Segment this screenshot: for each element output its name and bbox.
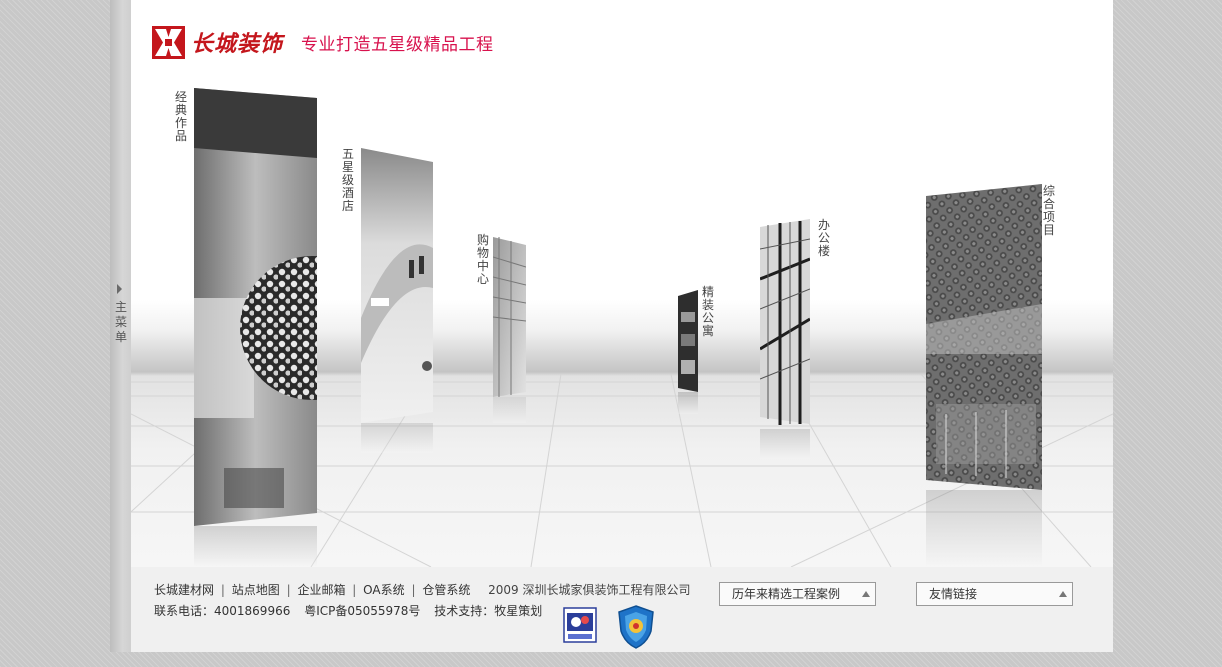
footer-link-separator: |: [220, 583, 225, 597]
expand-arrow-icon[interactable]: [117, 284, 122, 294]
panel-label-classic[interactable]: 经典作品: [174, 91, 188, 143]
panel-office-building[interactable]: [760, 219, 810, 429]
footer-tech-support: 技术支持：牧星策划: [434, 604, 543, 618]
panel-office-reflection: [760, 429, 810, 459]
panel-label-mall[interactable]: 购物中心: [476, 234, 490, 286]
footer-link-building-materials[interactable]: 长城建材网: [154, 583, 214, 597]
featured-cases-select[interactable]: 历年来精选工程案例: [719, 582, 876, 606]
footer-link-email[interactable]: 企业邮箱: [297, 583, 345, 597]
security-badge-icon[interactable]: [563, 607, 597, 645]
panel-complex-projects[interactable]: [926, 184, 1042, 490]
side-main-menu[interactable]: 主菜单: [110, 0, 131, 652]
panel-fine-apartment[interactable]: [678, 290, 698, 392]
side-menu-label[interactable]: 主菜单: [113, 300, 129, 345]
panel-apartment-reflection: [678, 392, 698, 414]
footer-link-separator: |: [352, 583, 357, 597]
logo-brand-text: 长城装饰: [191, 31, 284, 57]
footer-link-oa[interactable]: OA系统: [363, 583, 404, 597]
footer-link-sitemap[interactable]: 站点地图: [232, 583, 280, 597]
footer-links: 长城建材网 | 站点地图 | 企业邮箱 | OA系统 | 仓管系统 2009 深…: [154, 581, 691, 598]
footer-link-separator: |: [286, 583, 291, 597]
featured-cases-value: 历年来精选工程案例: [732, 587, 841, 601]
dropdown-arrow-icon[interactable]: [1059, 591, 1067, 597]
panel-complex-reflection: [926, 490, 1042, 567]
panel-label-apartment[interactable]: 精装公寓: [701, 286, 715, 338]
showcase-stage: 长城装饰 专业打造五星级精品工程 经典作品 五星级酒店 购物中心 精装公寓 办公…: [131, 0, 1113, 567]
friend-links-select[interactable]: 友情链接: [916, 582, 1073, 606]
site-logo[interactable]: 长城装饰 专业打造五星级精品工程: [152, 24, 494, 60]
panel-label-complex[interactable]: 综合项目: [1042, 185, 1056, 237]
footer-copyright: 2009 深圳长城家俱装饰工程有限公司: [488, 583, 691, 597]
logo-mark-icon: [152, 25, 185, 59]
panel-label-hotel[interactable]: 五星级酒店: [341, 148, 355, 213]
dropdown-arrow-icon[interactable]: [862, 591, 870, 597]
site-footer: 长城建材网 | 站点地图 | 企业邮箱 | OA系统 | 仓管系统 2009 深…: [131, 567, 1113, 652]
panel-mall-reflection: [493, 397, 526, 423]
header-slogan: 专业打造五星级精品工程: [301, 34, 494, 55]
panel-classic-works[interactable]: [194, 88, 317, 526]
page-wrapper: 主菜单 长城装饰 专业打造五星级精品工程 经典作品 五星级酒店 购物中心 精装公…: [110, 0, 1113, 652]
friend-links-value: 友情链接: [929, 587, 978, 601]
panel-five-star-hotel[interactable]: [361, 148, 433, 423]
police-shield-icon[interactable]: [617, 605, 655, 649]
footer-icp[interactable]: 粤ICP备05055978号: [304, 604, 420, 618]
panel-label-office[interactable]: 办公楼: [817, 219, 831, 258]
panel-hotel-reflection: [361, 423, 433, 453]
footer-contact: 联系电话：4001869966 粤ICP备05055978号 技术支持：牧星策划: [154, 602, 552, 619]
footer-phone: 联系电话：4001869966: [154, 604, 291, 618]
footer-link-warehouse[interactable]: 仓管系统: [422, 583, 470, 597]
panel-classic-reflection: [194, 526, 317, 567]
footer-link-separator: |: [411, 583, 416, 597]
panel-shopping-center[interactable]: [493, 237, 526, 397]
